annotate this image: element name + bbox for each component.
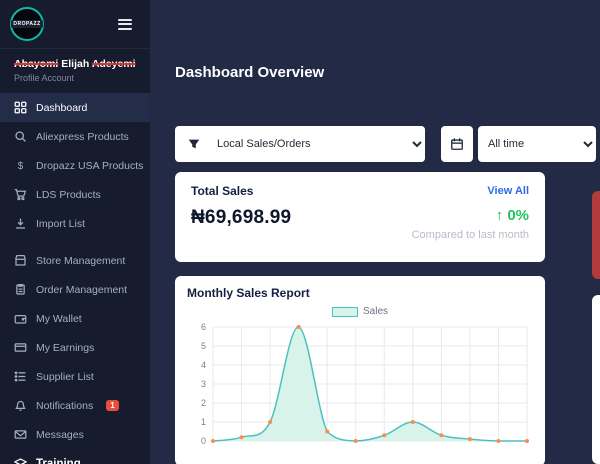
card-icon: [14, 343, 27, 352]
cart-icon: [14, 189, 27, 201]
sidebar-item-notifications[interactable]: Notifications 1: [0, 391, 150, 420]
trend-up-arrow-icon: ↑: [495, 207, 504, 224]
bell-icon: [15, 400, 26, 411]
profile-account[interactable]: Abayomi Elijah Adeyemi Profile Account: [0, 49, 150, 88]
trend-percent-value: 0%: [507, 207, 529, 224]
sales-type-filter: Local Sales/Orders: [175, 126, 425, 162]
envelope-icon: [14, 430, 27, 439]
sidebar-item-label: Import List: [36, 217, 86, 230]
graduation-cap-icon: [14, 458, 27, 464]
user-first-name: Abayomi: [14, 58, 59, 70]
sidebar-item-order-management[interactable]: Order Management: [0, 275, 150, 304]
total-sales-title: Total Sales: [191, 184, 254, 198]
profile-account-label: Profile Account: [14, 73, 75, 83]
total-sales-amount: ₦69,698.99: [191, 207, 292, 228]
app-window: DROPAZZ Abayomi Elijah Adeyemi Profile A…: [0, 0, 600, 464]
sidebar-item-aliexpress-products[interactable]: Aliexpress Products: [0, 122, 150, 151]
sidebar-item-dropazz-usa-products[interactable]: $ Dropazz USA Products: [0, 151, 150, 180]
monthly-sales-card: Monthly Sales Report Sales 0 1 2 3 4 5 6: [175, 276, 545, 464]
sidebar-item-training[interactable]: Training: [0, 449, 150, 464]
sidebar-item-my-wallet[interactable]: My Wallet: [0, 304, 150, 333]
total-sales-body: ₦69,698.99 ↑ 0% Compared to last month: [191, 207, 529, 241]
sidebar-item-label: Order Management: [36, 283, 128, 296]
grid-icon: [14, 101, 27, 114]
list-icon: [14, 371, 26, 382]
legend-label: Sales: [362, 306, 388, 317]
page-title: Dashboard Overview: [175, 64, 325, 81]
legend-swatch: [331, 306, 358, 317]
menu-toggle-icon[interactable]: [116, 17, 134, 32]
monthly-sales-title: Monthly Sales Report: [187, 286, 310, 300]
sidebar-item-my-earnings[interactable]: My Earnings: [0, 333, 150, 362]
total-sales-card-header: Total Sales View All: [191, 184, 529, 198]
sidebar: DROPAZZ Abayomi Elijah Adeyemi Profile A…: [0, 0, 150, 464]
sidebar-item-label: Store Management: [36, 254, 126, 267]
sidebar-item-messages[interactable]: Messages: [0, 420, 150, 449]
sidebar-item-store-management[interactable]: Store Management: [0, 246, 150, 275]
svg-text:6: 6: [201, 322, 206, 332]
svg-text:2: 2: [201, 398, 206, 408]
svg-text:0: 0: [201, 436, 206, 446]
sidebar-item-label: My Wallet: [36, 312, 82, 325]
clipboard-icon: [16, 284, 25, 295]
chart-legend[interactable]: Sales: [187, 306, 533, 317]
view-all-link[interactable]: View All: [487, 185, 529, 197]
svg-text:4: 4: [201, 360, 206, 370]
svg-text:1: 1: [201, 417, 206, 427]
time-range-filter: All time: [441, 126, 596, 162]
trend-percent: ↑ 0%: [496, 207, 529, 224]
sidebar-item-label: Aliexpress Products: [36, 130, 129, 143]
sidebar-nav: Dashboard Aliexpress Products $ Dropazz …: [0, 93, 150, 464]
user-name: Abayomi Elijah Adeyemi: [14, 58, 136, 70]
sidebar-item-label: Notifications: [36, 399, 94, 412]
total-sales-trend: ↑ 0% Compared to last month: [412, 207, 529, 241]
chart-wrap: 0 1 2 3 4 5 6: [187, 321, 533, 456]
logo-text: DROPAZZ: [11, 20, 43, 28]
sidebar-item-label: Training: [36, 457, 81, 464]
time-range-select[interactable]: All time: [478, 126, 596, 162]
sidebar-item-label: Dashboard: [36, 101, 88, 114]
main-content: Dashboard Overview Local Sales/Orders Al…: [150, 0, 600, 464]
user-middle-name: Elijah: [61, 58, 90, 70]
wallet-icon: [14, 315, 27, 324]
sales-type-select[interactable]: Local Sales/Orders: [213, 126, 425, 162]
user-last-name: Adeyemi: [91, 58, 136, 70]
sidebar-item-import-list[interactable]: Import List: [0, 209, 150, 238]
svg-text:$: $: [18, 161, 24, 172]
store-icon: [15, 255, 26, 266]
sidebar-item-label: Messages: [36, 428, 84, 441]
svg-text:3: 3: [201, 379, 206, 389]
notification-badge: 1: [106, 400, 119, 411]
download-icon: [16, 218, 25, 229]
dropazz-logo[interactable]: DROPAZZ: [10, 7, 44, 41]
trend-compare-text: Compared to last month: [411, 229, 529, 241]
sidebar-item-label: Dropazz USA Products: [36, 159, 144, 172]
sidebar-top: DROPAZZ: [0, 0, 150, 49]
calendar-icon[interactable]: [441, 126, 473, 162]
sidebar-item-label: Supplier List: [36, 370, 94, 383]
total-sales-card: Total Sales View All ₦69,698.99 ↑ 0% Com…: [175, 172, 545, 262]
sidebar-item-lds-products[interactable]: LDS Products: [0, 180, 150, 209]
funnel-icon: [175, 137, 213, 151]
adjacent-card-sliver-red: [592, 191, 600, 279]
sidebar-item-label: LDS Products: [36, 188, 101, 201]
dollar-icon: $: [18, 161, 24, 172]
search-icon: [15, 131, 26, 142]
sidebar-item-supplier-list[interactable]: Supplier List: [0, 362, 150, 391]
svg-text:5: 5: [201, 341, 206, 351]
monthly-sales-chart: 0 1 2 3 4 5 6: [201, 322, 529, 446]
sidebar-item-dashboard[interactable]: Dashboard: [0, 93, 150, 122]
sidebar-item-label: My Earnings: [36, 341, 95, 354]
filters-row: Local Sales/Orders All time: [175, 126, 600, 162]
adjacent-card-sliver-white: [592, 295, 600, 464]
